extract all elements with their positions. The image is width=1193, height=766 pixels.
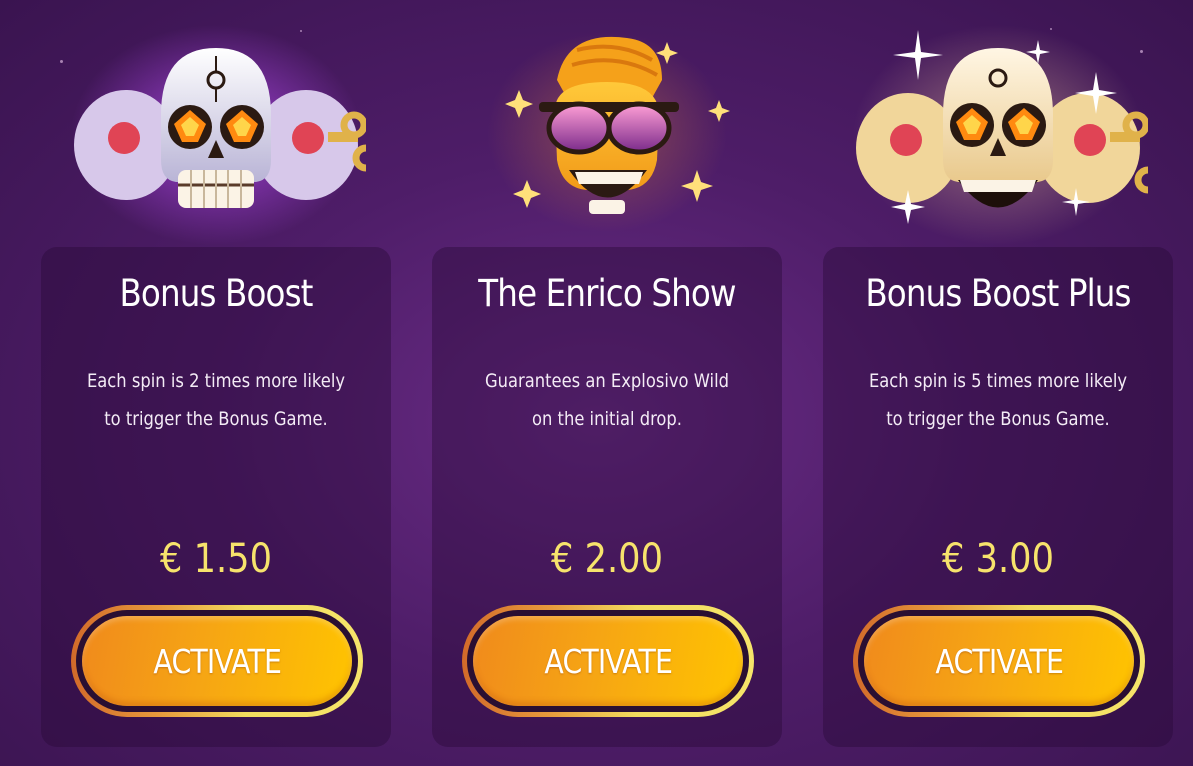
activate-button-label: ACTIVATE [544, 641, 673, 681]
activate-button-face: ACTIVATE [864, 616, 1134, 706]
bonus-card-bonus-boost-plus: Bonus Boost Plus Each spin is 5 times mo… [823, 0, 1173, 766]
card-title: The Enrico Show [478, 272, 736, 315]
card-description: Each spin is 5 times more likely to trig… [868, 370, 1128, 430]
activate-button-face: ACTIVATE [82, 616, 352, 706]
enrico-skull-sunglasses-icon [487, 32, 730, 232]
card-price: € 2.00 [551, 536, 663, 582]
card-description: Guarantees an Explosivo Wild on the init… [485, 370, 729, 430]
activate-button-face: ACTIVATE [473, 616, 743, 706]
activate-button[interactable]: ACTIVATE [853, 605, 1145, 717]
bonus-card-enrico-show: The Enrico Show Guarantees an Explosivo … [432, 0, 782, 766]
card-title: Bonus Boost [119, 272, 313, 315]
card-price: € 1.50 [160, 536, 272, 582]
activate-button-border: ACTIVATE [467, 610, 749, 712]
bonus-card-bonus-boost: Bonus Boost Each spin is 2 times more li… [41, 0, 391, 766]
activate-button[interactable]: ACTIVATE [71, 605, 363, 717]
bonus-boost-plus-skull-icon [853, 25, 1148, 245]
activate-button[interactable]: ACTIVATE [462, 605, 754, 717]
card-title: Bonus Boost Plus [865, 272, 1131, 315]
card-price: € 3.00 [942, 536, 1054, 582]
card-description: Each spin is 2 times more likely to trig… [86, 370, 346, 430]
activate-button-border: ACTIVATE [858, 610, 1140, 712]
activate-button-label: ACTIVATE [935, 641, 1064, 681]
activate-button-label: ACTIVATE [153, 641, 282, 681]
activate-button-border: ACTIVATE [76, 610, 358, 712]
bonus-boost-skull-icon [71, 25, 366, 245]
